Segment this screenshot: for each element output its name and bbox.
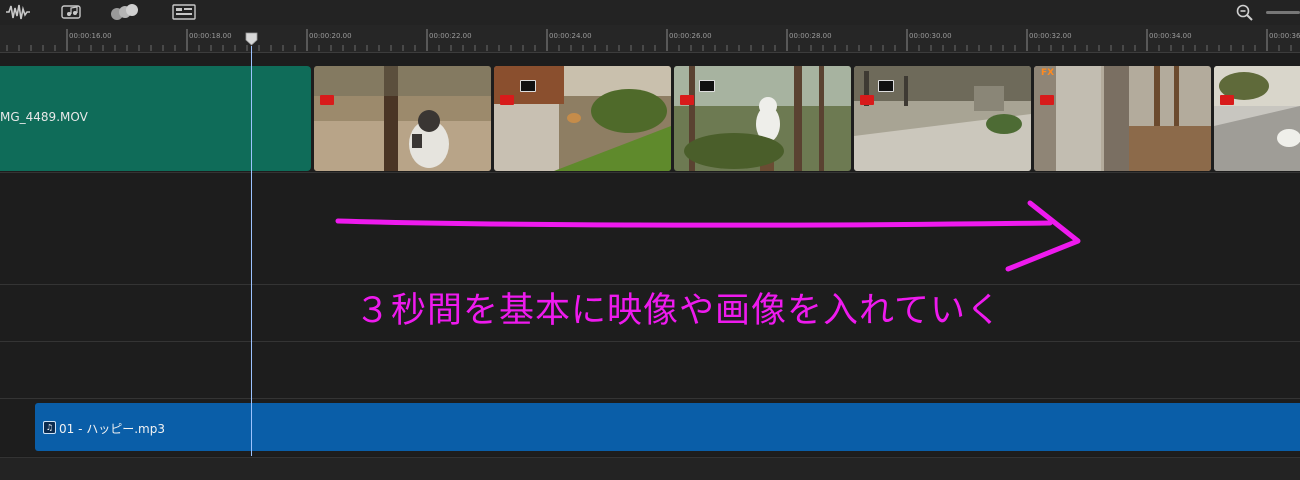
ruler-tick-label: 00:00:26.00 (669, 32, 712, 40)
caption-icon (878, 80, 894, 92)
playhead-marker-icon[interactable] (245, 32, 258, 46)
audio-muted-icon (320, 95, 334, 105)
image-clip-street[interactable] (1214, 66, 1300, 171)
ruler-tick-label: 00:00:22.00 (429, 32, 472, 40)
spheres-icon[interactable] (110, 3, 140, 21)
waveform-icon[interactable] (5, 3, 31, 21)
title-card-icon[interactable] (172, 3, 196, 21)
empty-track-3[interactable] (0, 342, 1300, 399)
timeline-toolbar (0, 0, 1300, 25)
annotation-text: ３秒間を基本に映像や画像を入れていく (355, 291, 1002, 331)
ruler-tick-label: 00:00:36 (1269, 32, 1300, 40)
audio-muted-icon (1220, 95, 1234, 105)
zoom-slider[interactable] (1266, 11, 1300, 14)
zoom-out-icon[interactable] (1236, 4, 1254, 22)
ruler-tick-label: 00:00:24.00 (549, 32, 592, 40)
caption-icon (699, 80, 715, 92)
audio-muted-icon (500, 95, 514, 105)
audio-clip[interactable]: ♫ 01 - ハッピー.mp3 (35, 403, 1300, 451)
video-clip[interactable]: MG_4489.MOV (0, 66, 311, 171)
ruler-tick-label: 00:00:20.00 (309, 32, 352, 40)
image-clip-cat-at-post[interactable] (314, 66, 491, 171)
time-ruler[interactable]: 00:00:16.00 00:00:18.00 00:00:20.00 00:00:2… (0, 25, 1300, 53)
annotation-arrow (335, 200, 1081, 272)
audio-muted-icon (1040, 95, 1054, 105)
fx-badge: FX (1041, 68, 1055, 78)
ruler-tick-label: 00:00:32.00 (1029, 32, 1072, 40)
ruler-tick-label: 00:00:18.00 (189, 32, 232, 40)
playhead-line[interactable] (251, 46, 252, 456)
ruler-tick-label: 00:00:16.00 (69, 32, 112, 40)
timeline-scrollbar[interactable] (0, 457, 1300, 480)
audio-muted-icon (860, 95, 874, 105)
music-notes-icon[interactable] (60, 3, 84, 21)
caption-icon (520, 80, 536, 92)
ruler-tick-label: 00:00:28.00 (789, 32, 832, 40)
music-note-icon: ♫ (43, 421, 56, 434)
image-clip-stone-pillar[interactable] (1034, 66, 1211, 171)
audio-muted-icon (680, 95, 694, 105)
audio-clip-label: 01 - ハッピー.mp3 (59, 422, 165, 436)
video-clip-label: MG_4489.MOV (0, 110, 88, 124)
ruler-tick-label: 00:00:34.00 (1149, 32, 1192, 40)
ruler-tick-label: 00:00:30.00 (909, 32, 952, 40)
